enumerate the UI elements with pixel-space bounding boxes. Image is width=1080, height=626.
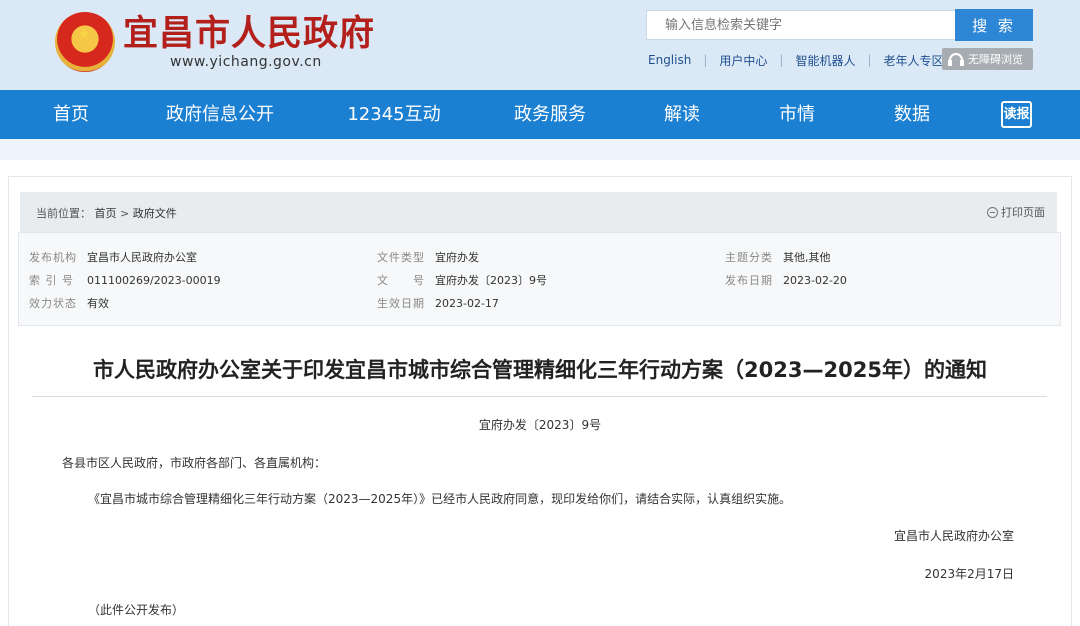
- document-note: （此件公开发布）: [88, 603, 185, 617]
- national-emblem-icon: ★: [55, 12, 115, 72]
- document-signature: 宜昌市人民政府办公室: [893, 529, 1014, 543]
- meta-doc-no: 文 号宜府办发〔2023〕9号: [377, 274, 547, 287]
- read-newspaper-icon[interactable]: 读报: [1001, 101, 1032, 128]
- breadcrumb-text: 当前位置： 首页 > 政府文件: [36, 205, 177, 221]
- meta-effective-date: 生效日期 2023-02-17: [377, 297, 499, 310]
- accessibility-label: 无障碍浏览: [968, 53, 1023, 66]
- title-divider: [32, 396, 1047, 397]
- nav-gov-info[interactable]: 政府信息公开: [158, 90, 282, 139]
- link-smart-robot[interactable]: 智能机器人: [787, 52, 863, 69]
- site-header: ★ 宜昌市人民政府 www.yichang.gov.cn 搜 索 English…: [0, 0, 1080, 90]
- search-input[interactable]: [647, 11, 955, 39]
- meta-index: 索 引 号 011100269/2023-00019: [29, 274, 221, 287]
- main-nav: 首页 政府信息公开 12345互动 政务服务 解读 市情 数据: [0, 90, 1080, 139]
- print-label: 打印页面: [1001, 206, 1045, 219]
- meta-row: 效力状态 有效 生效日期 2023-02-17: [19, 295, 1060, 315]
- site-title[interactable]: 宜昌市人民政府: [123, 13, 375, 55]
- nav-services[interactable]: 政务服务: [505, 90, 595, 139]
- nav-home[interactable]: 首页: [38, 90, 104, 139]
- search-box: [646, 10, 956, 40]
- document-body: 《宜昌市城市综合管理精细化三年行动方案（2023—2025年）》已经市人民政府同…: [88, 492, 792, 506]
- breadcrumb-label: 当前位置：: [36, 207, 91, 220]
- breadcrumb-home[interactable]: 首页: [95, 207, 117, 220]
- star-icon: ★: [77, 24, 92, 43]
- link-separator: |: [779, 53, 784, 67]
- document-number: 宜府办发〔2023〕9号: [478, 418, 602, 432]
- meta-row: 索 引 号 011100269/2023-00019 文 号宜府办发〔2023〕9…: [19, 272, 1060, 292]
- site-url: www.yichang.gov.cn: [170, 54, 322, 70]
- breadcrumb-separator: >: [120, 207, 130, 220]
- top-links: English | 用户中心 | 智能机器人 | 老年人专区: [640, 50, 952, 70]
- document-title: 市人民政府办公室关于印发宜昌市城市综合管理精细化三年行动方案（2023—2025…: [93, 358, 987, 382]
- nav-12345[interactable]: 12345互动: [340, 90, 448, 139]
- document-metadata: 发布机构 宜昌市人民政府办公室 文件类型 宜府办发 主题分类 其他,其他 索 引 号0…: [18, 232, 1061, 326]
- nav-data[interactable]: 数据: [882, 90, 942, 139]
- nav-city-info[interactable]: 市情: [767, 90, 827, 139]
- accessibility-button[interactable]: 无障碍浏览: [942, 48, 1033, 70]
- print-icon: [987, 206, 998, 218]
- sub-bar: [0, 139, 1080, 160]
- meta-category: 主题分类 其他,其他: [725, 251, 831, 264]
- link-user-center[interactable]: 用户中心: [711, 52, 775, 69]
- meta-status: 效力状态 有效: [29, 297, 109, 310]
- search-button[interactable]: 搜 索: [955, 9, 1033, 41]
- link-separator: |: [867, 53, 872, 67]
- meta-doc-type: 文件类型 宜府办发: [377, 251, 479, 264]
- link-english[interactable]: English: [640, 53, 699, 67]
- print-button[interactable]: 打印页面: [987, 204, 1045, 220]
- document-salutation: 各县市区人民政府，市政府各部门、各直属机构：: [62, 456, 327, 470]
- link-separator: |: [703, 53, 708, 67]
- meta-pub-date: 发布日期 2023-02-20: [725, 274, 847, 287]
- headphone-icon: [948, 52, 964, 66]
- meta-publisher: 发布机构 宜昌市人民政府办公室: [29, 251, 197, 264]
- link-elderly-zone[interactable]: 老年人专区: [876, 52, 952, 69]
- breadcrumb-current[interactable]: 政府文件: [133, 207, 177, 220]
- document-date: 2023年2月17日: [924, 567, 1014, 581]
- meta-row: 发布机构 宜昌市人民政府办公室 文件类型 宜府办发 主题分类 其他,其他: [19, 249, 1060, 269]
- nav-interpretation[interactable]: 解读: [652, 90, 712, 139]
- breadcrumb: 当前位置： 首页 > 政府文件 打印页面: [20, 192, 1057, 232]
